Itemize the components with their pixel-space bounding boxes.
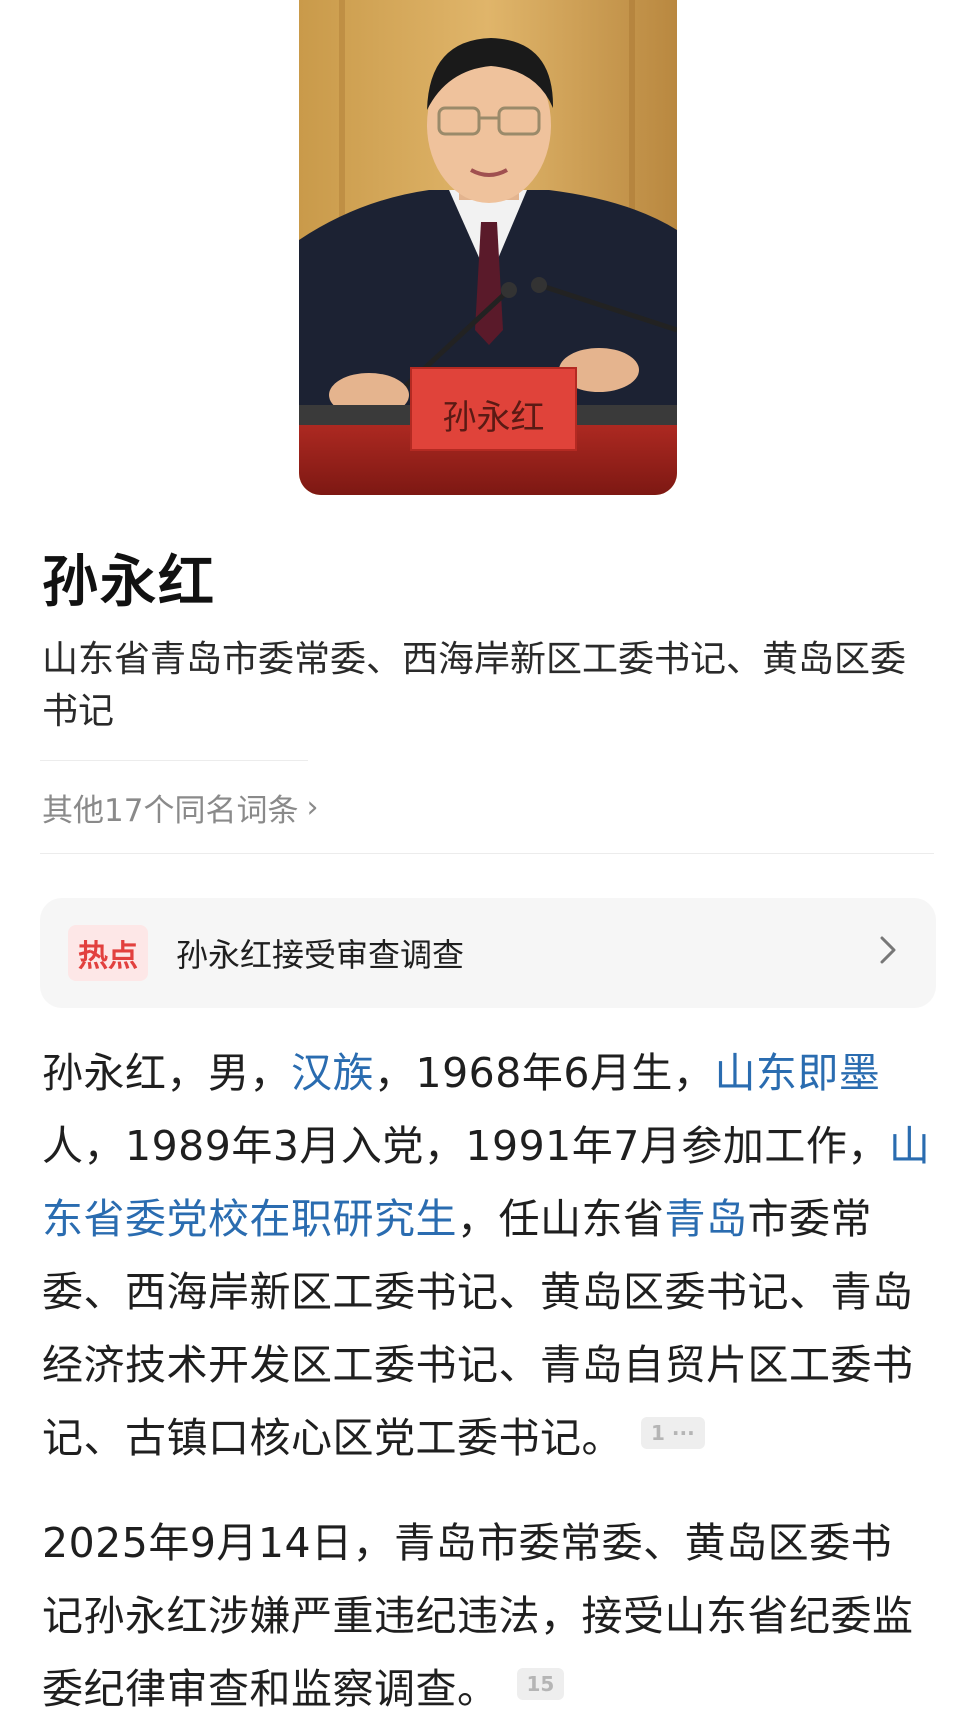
reference-badge[interactable]: 15 bbox=[516, 1668, 565, 1700]
text-span: 人，1989年3月入党，1991年7月参加工作， bbox=[42, 1122, 889, 1170]
link-hometown[interactable]: 山东即墨 bbox=[714, 1049, 880, 1097]
chevron-right-icon: › bbox=[306, 790, 319, 825]
hot-badge: 热点 bbox=[68, 925, 148, 981]
text-span: 孙永红，男， bbox=[42, 1049, 291, 1097]
link-ethnicity[interactable]: 汉族 bbox=[291, 1049, 374, 1097]
news-paragraph: 2025年9月14日，青岛市委常委、黄岛区委书记孙永红涉嫌严重违纪违法，接受山东… bbox=[42, 1507, 932, 1726]
hot-topic-text: 孙永红接受审查调查 bbox=[176, 936, 465, 974]
summary-paragraph: 孙永红，男，汉族，1968年6月生，山东即墨人，1989年3月入党，1991年7… bbox=[42, 1037, 932, 1475]
link-qingdao[interactable]: 青岛 bbox=[665, 1195, 748, 1243]
hot-topic-card[interactable]: 热点 孙永红接受审查调查 bbox=[40, 898, 936, 1008]
chevron-right-icon bbox=[880, 936, 896, 964]
text-span: ，1968年6月生， bbox=[374, 1049, 715, 1097]
text-span: 2025年9月14日，青岛市委常委、黄岛区委书记孙永红涉嫌严重违纪违法，接受山东… bbox=[42, 1519, 914, 1713]
other-entries-label: 其他17个同名词条 bbox=[42, 793, 299, 829]
divider bbox=[40, 853, 934, 854]
reference-badge[interactable]: 1 ··· bbox=[641, 1417, 705, 1449]
portrait-photo[interactable]: 孙永红 bbox=[299, 0, 677, 495]
nameplate-text: 孙永红 bbox=[442, 398, 545, 438]
entry-subtitle: 山东省青岛市委常委、西海岸新区工委书记、黄岛区委书记 bbox=[42, 639, 907, 732]
entry-title: 孙永红 bbox=[42, 550, 216, 615]
text-span: ，任山东省 bbox=[457, 1195, 665, 1243]
other-entries-link[interactable]: 其他17个同名词条 › bbox=[42, 785, 318, 830]
divider bbox=[40, 760, 308, 761]
